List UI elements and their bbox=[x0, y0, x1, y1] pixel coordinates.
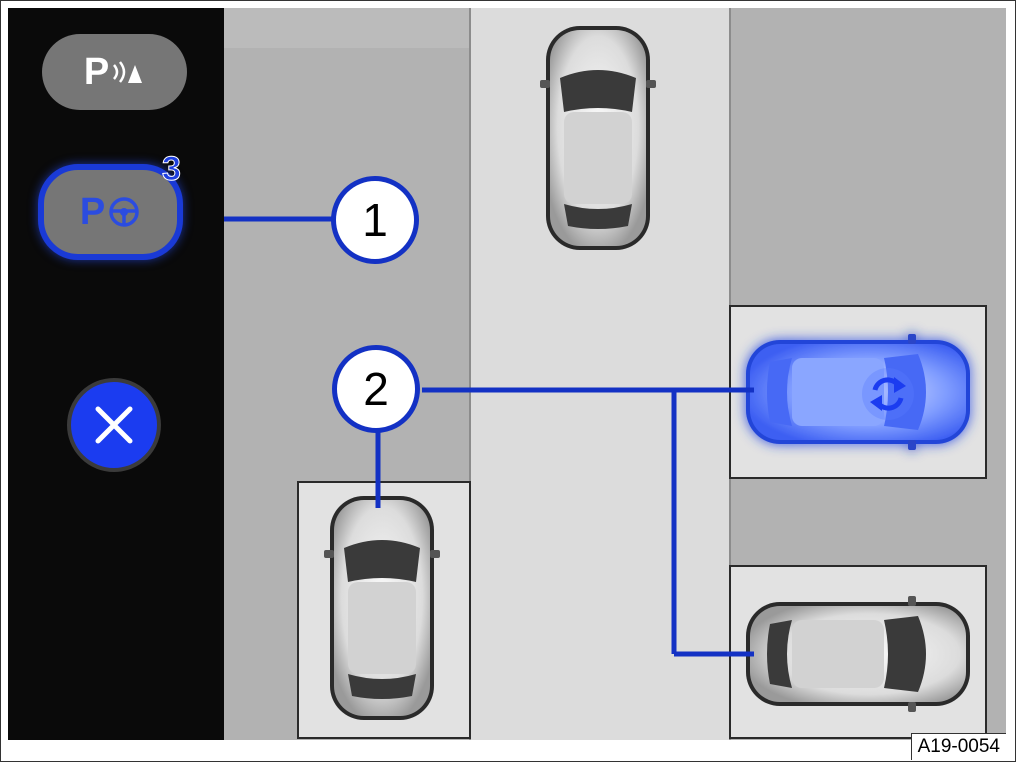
park-distance-button[interactable]: P bbox=[42, 34, 187, 110]
park-distance-sensor-icon bbox=[113, 61, 143, 83]
car-right-selected[interactable] bbox=[746, 334, 970, 450]
figure-id-label: A19-0054 bbox=[910, 733, 1006, 760]
rotate-arrows-icon bbox=[862, 368, 914, 420]
close-icon bbox=[95, 406, 133, 444]
car-top bbox=[540, 26, 656, 250]
sidebar bbox=[8, 8, 224, 740]
park-label: P bbox=[83, 50, 110, 93]
car-bottom-right bbox=[746, 596, 970, 712]
callout-1: 1 bbox=[331, 176, 419, 264]
cancel-button[interactable] bbox=[67, 378, 161, 472]
park-assist-label: P bbox=[79, 190, 106, 233]
steering-wheel-icon bbox=[109, 197, 139, 227]
callout-2: 2 bbox=[332, 345, 420, 433]
car-bottom-left bbox=[324, 496, 440, 720]
callout-badge-3: 3 bbox=[162, 150, 182, 189]
